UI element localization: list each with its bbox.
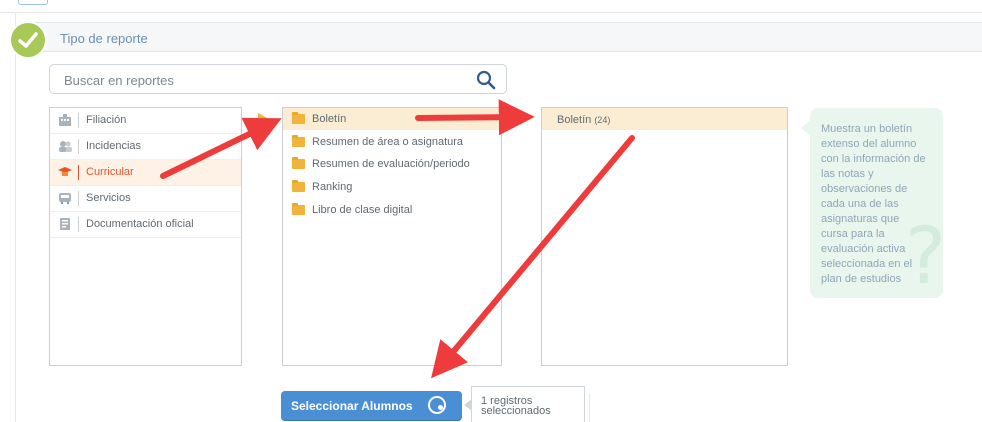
format-list: Boletín (24) bbox=[541, 107, 788, 366]
category-item-servicios[interactable]: Servicios bbox=[50, 186, 241, 212]
category-item-curricular[interactable]: Curricular bbox=[50, 160, 241, 186]
document-icon bbox=[58, 218, 72, 230]
category-item-incidencias[interactable]: Incidencias bbox=[50, 134, 241, 160]
help-line: extenso del alumno bbox=[821, 138, 917, 150]
help-line: las notas y bbox=[821, 168, 874, 180]
graduation-cap-icon bbox=[58, 166, 72, 178]
section-title: Tipo de reporte bbox=[60, 31, 148, 46]
report-label: Ranking bbox=[312, 181, 353, 193]
select-students-icon bbox=[428, 396, 446, 414]
report-item-boletin[interactable]: Boletín bbox=[283, 108, 501, 130]
help-line: evaluación activa bbox=[821, 243, 906, 255]
folder-icon bbox=[292, 203, 305, 215]
category-separator bbox=[78, 165, 79, 180]
folder-icon bbox=[292, 112, 305, 124]
folder-icon bbox=[292, 180, 305, 192]
folder-icon bbox=[292, 135, 305, 147]
category-label: Incidencias bbox=[86, 140, 142, 152]
help-line: observaciones de bbox=[821, 183, 908, 195]
help-line: plan de estudios bbox=[821, 273, 902, 285]
checkmark-icon bbox=[11, 23, 45, 57]
category-separator bbox=[78, 217, 79, 232]
report-label: Libro de clase digital bbox=[312, 204, 413, 216]
format-item-boletin[interactable]: Boletín (24) bbox=[542, 108, 787, 130]
category-item-filiacion[interactable]: Filiación bbox=[50, 108, 241, 134]
section-header bbox=[20, 22, 982, 52]
divider bbox=[589, 393, 590, 422]
top-tab-stub[interactable] bbox=[18, 0, 48, 5]
category-label: Documentación oficial bbox=[86, 218, 194, 230]
category-label: Curricular bbox=[86, 166, 134, 178]
search-icon[interactable] bbox=[476, 70, 496, 95]
records-count-line: seleccionados bbox=[481, 405, 551, 417]
format-label: Boletín (24) bbox=[557, 114, 610, 126]
category-separator bbox=[78, 139, 79, 154]
category-list: Filiación Incidencias Curricular Servici… bbox=[49, 107, 242, 366]
search-box[interactable] bbox=[49, 64, 507, 94]
selection-marker-icon bbox=[258, 113, 269, 125]
report-item-ranking[interactable]: Ranking bbox=[283, 176, 501, 198]
help-text: Muestra un boletín extenso del alumno co… bbox=[821, 122, 946, 287]
selected-records-callout: 1 registros seleccionados bbox=[464, 386, 585, 422]
category-item-documentacion-oficial[interactable]: Documentación oficial bbox=[50, 212, 241, 238]
help-line: seleccionada en el bbox=[821, 258, 913, 270]
help-line: cada una de las bbox=[821, 198, 899, 210]
help-line: con la información de bbox=[821, 153, 926, 165]
bus-icon bbox=[58, 192, 72, 205]
category-label: Filiación bbox=[86, 114, 127, 126]
report-item-libro-clase[interactable]: Libro de clase digital bbox=[283, 199, 501, 221]
report-label: Boletín bbox=[312, 113, 347, 125]
top-bar bbox=[0, 0, 982, 13]
category-separator bbox=[78, 191, 79, 206]
help-line: cursa para la bbox=[821, 228, 885, 240]
report-item-resumen-evaluacion[interactable]: Resumen de evaluación/periodo bbox=[283, 153, 501, 175]
format-name: Boletín bbox=[557, 114, 592, 126]
help-line: asignaturas que bbox=[821, 213, 900, 225]
report-label: Resumen de evaluación/periodo bbox=[312, 158, 470, 170]
format-count: (24) bbox=[594, 115, 611, 125]
building-icon bbox=[58, 114, 72, 126]
select-students-button[interactable]: Seleccionar Alumnos bbox=[281, 391, 462, 420]
category-label: Servicios bbox=[86, 192, 131, 204]
folder-icon bbox=[292, 157, 305, 169]
select-students-label: Seleccionar Alumnos bbox=[291, 399, 413, 413]
category-separator bbox=[78, 113, 79, 128]
users-icon bbox=[58, 140, 72, 152]
report-list: Boletín Resumen de área o asignatura Res… bbox=[282, 107, 502, 366]
help-line: Muestra un boletín bbox=[821, 123, 913, 135]
left-rule bbox=[15, 12, 16, 422]
search-input[interactable] bbox=[62, 70, 456, 90]
report-label: Resumen de área o asignatura bbox=[312, 136, 464, 148]
report-item-resumen-area[interactable]: Resumen de área o asignatura bbox=[283, 131, 501, 153]
